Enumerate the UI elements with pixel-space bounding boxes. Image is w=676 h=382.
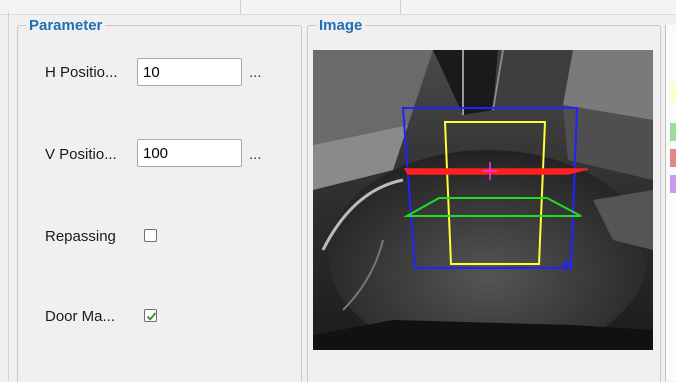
right-ceiling-panel — [493, 50, 573, 110]
h-position-more-button[interactable]: ... — [249, 64, 262, 81]
camera-scene — [313, 50, 653, 350]
v-position-more-button[interactable]: ... — [249, 146, 262, 163]
color-swatch — [670, 175, 676, 193]
color-swatch — [670, 83, 676, 101]
panel-divider — [240, 0, 241, 14]
panel-divider — [400, 0, 401, 14]
image-group: Image — [307, 17, 661, 382]
parameter-group-title: Parameter — [26, 17, 106, 35]
door-mask-label: Door Ma... — [45, 308, 116, 325]
outer-region-handle[interactable] — [563, 261, 569, 267]
v-position-label: V Positio... — [45, 146, 117, 163]
image-group-title: Image — [316, 17, 366, 35]
door-mask-checkbox[interactable] — [144, 309, 157, 322]
v-position-input[interactable] — [137, 139, 242, 167]
right-side-panel — [665, 25, 676, 381]
checkmark-icon — [146, 312, 157, 321]
outer-border — [8, 12, 9, 381]
repassing-checkbox[interactable] — [144, 229, 157, 242]
h-position-input[interactable] — [137, 58, 242, 86]
repassing-label: Repassing — [45, 228, 116, 245]
top-panel-strip — [0, 0, 676, 15]
color-swatch — [670, 123, 676, 141]
camera-image[interactable] — [313, 50, 653, 350]
color-swatch — [670, 149, 676, 167]
parameter-group: Parameter H Positio... ... V Positio... … — [17, 17, 302, 382]
h-position-label: H Positio... — [45, 64, 118, 81]
